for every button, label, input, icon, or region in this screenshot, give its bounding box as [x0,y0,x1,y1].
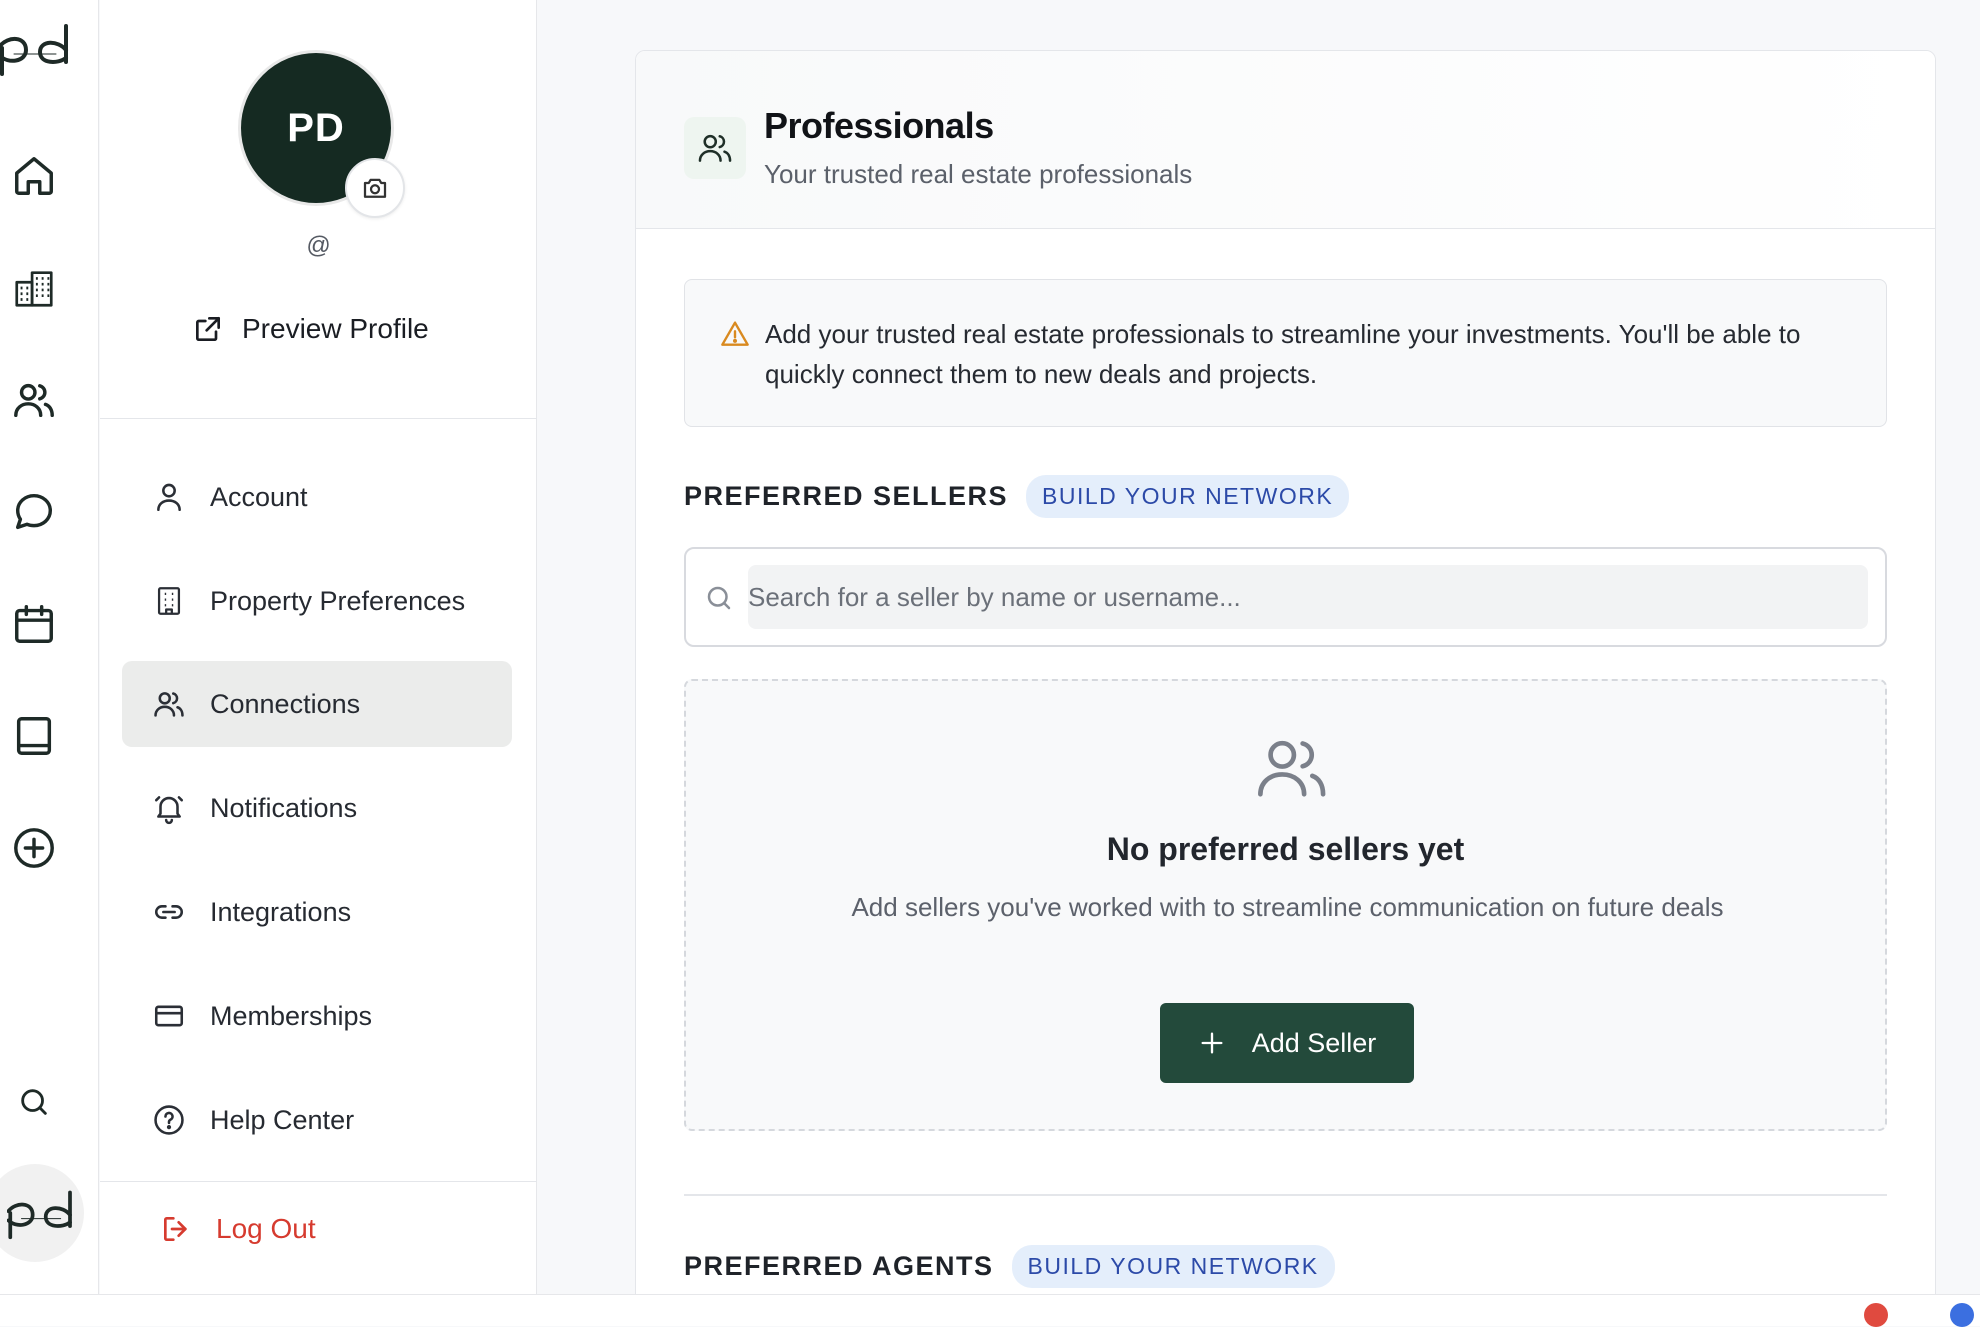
sellers-empty-state: No preferred sellers yet Add sellers you… [684,679,1887,1131]
buildings-icon [15,271,53,307]
rail-library-button[interactable] [8,710,60,762]
nav-item-label: Memberships [210,1000,373,1031]
page-title: Professionals [764,105,994,146]
section-title: PREFERRED AGENTS [684,1251,994,1281]
profile-handle: @ [306,232,331,259]
empty-state-text: Add sellers you've worked with to stream… [851,892,1724,922]
nav-item-integrations[interactable]: Integrations [122,869,512,955]
panel-divider [100,1181,537,1182]
search-icon [707,586,731,610]
link-icon [155,905,183,919]
users-icon [14,383,54,418]
rail-messages-button[interactable] [8,486,60,538]
seller-search-box [684,547,1887,647]
red-status-dot [1864,1303,1888,1327]
chat-icon [15,493,53,530]
logout-icon [164,1217,187,1241]
nav-item-connections[interactable]: Connections [122,661,512,747]
section-divider [684,1194,1887,1196]
info-callout: Add your trusted real estate professiona… [684,279,1887,427]
user-icon [157,483,181,512]
user-avatar[interactable] [0,1164,84,1262]
nav-item-label: Connections [210,688,361,719]
professionals-card: Professionals Your trusted real estate p… [635,50,1936,1310]
users-icon [698,134,732,162]
bell-icon [154,796,184,825]
rail-home-button[interactable] [8,150,60,202]
seller-search-input[interactable] [748,565,1868,629]
users-icon [154,692,184,717]
info-text: Add your trusted real estate professiona… [765,319,1801,389]
icon-rail [0,0,99,1294]
add-seller-button[interactable]: Add Seller [1160,1003,1414,1083]
change-photo-button[interactable] [345,158,405,218]
plus-circle-icon [14,828,54,868]
rail-properties-button[interactable] [8,262,60,314]
network-badge: BUILD YOUR NETWORK [1026,475,1350,518]
logout-label: Log Out [216,1213,316,1244]
book-icon [16,717,52,755]
nav-item-label: Notifications [210,792,358,823]
help-circle-icon [154,1105,184,1135]
external-link-icon [196,317,220,341]
warning-icon [721,321,749,346]
users-icon [1258,740,1326,797]
calendar-icon [15,605,53,643]
nav-item-notifications[interactable]: Notifications [122,765,512,851]
panel-divider [100,418,537,419]
bottom-bar [0,1294,1980,1327]
rail-connections-button[interactable] [8,374,60,426]
plus-icon [1201,1032,1223,1054]
building-icon [157,587,181,615]
add-seller-label: Add Seller [1251,1027,1377,1058]
search-icon [21,1089,47,1115]
credit-card-icon [154,1005,184,1027]
nav-item-label: Account [210,481,308,512]
network-badge: BUILD YOUR NETWORK [1011,1245,1335,1288]
empty-state-title: No preferred sellers yet [1106,831,1465,867]
nav-item-label: Integrations [210,896,352,927]
nav-item-help-center[interactable]: Help Center [122,1077,512,1163]
home-icon [15,157,53,195]
rail-calendar-button[interactable] [8,598,60,650]
section-title: PREFERRED SELLERS [684,481,1009,511]
rail-add-button[interactable] [8,822,60,874]
card-header: Professionals Your trusted real estate p… [636,51,1935,229]
agents-section-header: PREFERRED AGENTS BUILD YOUR NETWORK [684,1245,1335,1288]
professionals-icon-box [684,117,746,179]
nav-item-label: Property Preferences [210,585,466,616]
camera-icon [363,178,387,198]
rail-search-button[interactable] [8,1076,60,1128]
settings-panel: PD @ Preview Profile Account Property Pr… [100,0,537,1294]
sellers-section-header: PREFERRED SELLERS BUILD YOUR NETWORK [684,475,1350,518]
preview-profile-link[interactable]: Preview Profile [192,313,429,345]
profile-initials: PD [287,105,345,150]
nav-item-memberships[interactable]: Memberships [122,973,512,1059]
preview-profile-label: Preview Profile [242,313,429,344]
nav-item-account[interactable]: Account [122,454,512,540]
blue-status-dot [1950,1303,1974,1327]
nav-item-property-preferences[interactable]: Property Preferences [122,558,512,644]
pd-logo-icon[interactable] [0,18,72,78]
page-subtitle: Your trusted real estate professionals [764,159,1193,189]
logout-button[interactable]: Log Out [160,1213,316,1245]
nav-item-label: Help Center [210,1104,355,1135]
